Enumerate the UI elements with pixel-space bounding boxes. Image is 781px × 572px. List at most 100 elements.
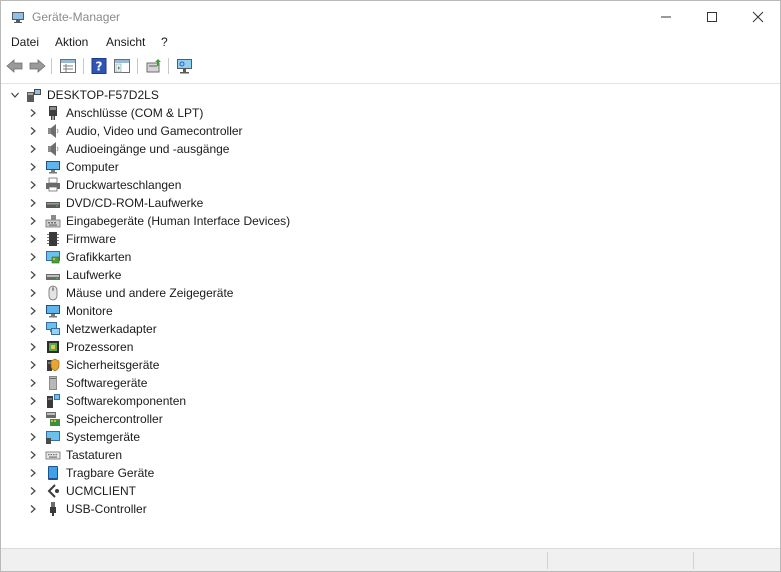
- tree-item-label: USB-Controller: [66, 502, 147, 516]
- tree-item-port[interactable]: Anschlüsse (COM & LPT): [1, 104, 780, 122]
- chevron-right-icon[interactable]: [27, 413, 39, 425]
- hid-icon: [45, 213, 61, 229]
- console-tree-button[interactable]: [112, 57, 132, 75]
- disk-drive-icon: [45, 267, 61, 283]
- scan-hardware-button[interactable]: [175, 57, 195, 75]
- chevron-right-icon[interactable]: [27, 359, 39, 371]
- chevron-right-icon[interactable]: [27, 503, 39, 515]
- maximize-icon: [707, 12, 717, 22]
- tree-item-display-adapter[interactable]: Grafikkarten: [1, 248, 780, 266]
- window-title: Geräte-Manager: [32, 10, 121, 24]
- back-button[interactable]: [5, 57, 25, 75]
- chevron-right-icon[interactable]: [27, 341, 39, 353]
- tree-item-label: Tastaturen: [66, 448, 123, 462]
- scan-hardware-icon: [177, 59, 192, 74]
- storage-controller-icon: [45, 411, 61, 427]
- tree-item-label: Netzwerkadapter: [66, 322, 157, 336]
- chevron-right-icon[interactable]: [27, 107, 39, 119]
- chevron-right-icon[interactable]: [27, 485, 39, 497]
- tree-item-processor[interactable]: Prozessoren: [1, 338, 780, 356]
- tree-item-label: Firmware: [66, 232, 116, 246]
- chevron-down-icon[interactable]: [9, 89, 21, 101]
- tree-item-security-device[interactable]: Sicherheitsgeräte: [1, 356, 780, 374]
- chevron-right-icon[interactable]: [27, 449, 39, 461]
- status-bar: [1, 548, 780, 571]
- minimize-button[interactable]: [643, 1, 689, 33]
- tree-item-disk-drive[interactable]: Laufwerke: [1, 266, 780, 284]
- tree-item-keyboard[interactable]: Tastaturen: [1, 446, 780, 464]
- processor-icon: [45, 339, 61, 355]
- tree-item-speaker[interactable]: Audio, Video und Gamecontroller: [1, 122, 780, 140]
- chevron-right-icon[interactable]: [27, 197, 39, 209]
- tree-item-ucm-client[interactable]: UCMCLIENT: [1, 482, 780, 500]
- menu-aktion[interactable]: Aktion: [55, 35, 88, 49]
- console-tree-icon: [114, 59, 130, 73]
- update-driver-button[interactable]: [144, 57, 164, 75]
- tree-item-printer[interactable]: Druckwarteschlangen: [1, 176, 780, 194]
- network-adapter-icon: [45, 321, 61, 337]
- chevron-right-icon[interactable]: [27, 161, 39, 173]
- system-device-icon: [45, 429, 61, 445]
- tree-item-monitor[interactable]: Monitore: [1, 302, 780, 320]
- chevron-right-icon[interactable]: [27, 233, 39, 245]
- device-tree[interactable]: DESKTOP-F57D2LS Anschlüsse (COM & LPT) Au…: [1, 83, 780, 546]
- tree-item-dvd-drive[interactable]: DVD/CD-ROM-Laufwerke: [1, 194, 780, 212]
- chevron-right-icon[interactable]: [27, 377, 39, 389]
- forward-button[interactable]: [27, 57, 47, 75]
- tree-item-hid[interactable]: Eingabegeräte (Human Interface Devices): [1, 212, 780, 230]
- toolbar: ?: [1, 54, 780, 78]
- tree-item-software-component[interactable]: Softwarekomponenten: [1, 392, 780, 410]
- firmware-icon: [45, 231, 61, 247]
- tree-item-label: Eingabegeräte (Human Interface Devices): [66, 214, 291, 228]
- tree-item-monitor[interactable]: Computer: [1, 158, 780, 176]
- tree-item-system-device[interactable]: Systemgeräte: [1, 428, 780, 446]
- tree-item-label: Monitore: [66, 304, 113, 318]
- svg-text:?: ?: [96, 60, 103, 74]
- chevron-right-icon[interactable]: [27, 125, 39, 137]
- tree-root[interactable]: DESKTOP-F57D2LS: [1, 86, 780, 104]
- tree-item-label: Speichercontroller: [66, 412, 163, 426]
- tree-item-network-adapter[interactable]: Netzwerkadapter: [1, 320, 780, 338]
- tree-item-label: Mäuse und andere Zeigegeräte: [66, 286, 234, 300]
- chevron-right-icon[interactable]: [27, 269, 39, 281]
- menu-ansicht[interactable]: Ansicht: [106, 35, 145, 49]
- chevron-right-icon[interactable]: [27, 467, 39, 479]
- chevron-right-icon[interactable]: [27, 431, 39, 443]
- chevron-right-icon[interactable]: [27, 179, 39, 191]
- tree-item-label: Computer: [66, 160, 119, 174]
- tree-item-firmware[interactable]: Firmware: [1, 230, 780, 248]
- menu-datei[interactable]: Datei: [11, 35, 39, 49]
- chevron-right-icon[interactable]: [27, 287, 39, 299]
- tree-item-label: Druckwarteschlangen: [66, 178, 182, 192]
- tree-item-label: Sicherheitsgeräte: [66, 358, 160, 372]
- chevron-right-icon[interactable]: [27, 305, 39, 317]
- ucm-client-icon: [45, 483, 61, 499]
- tree-item-label: Systemgeräte: [66, 430, 141, 444]
- tree-item-label: Prozessoren: [66, 340, 134, 354]
- chevron-right-icon[interactable]: [27, 251, 39, 263]
- close-button[interactable]: [735, 1, 780, 33]
- tree-item-mouse[interactable]: Mäuse und andere Zeigegeräte: [1, 284, 780, 302]
- tree-item-speaker[interactable]: Audioeingänge und -ausgänge: [1, 140, 780, 158]
- chevron-right-icon[interactable]: [27, 143, 39, 155]
- chevron-right-icon[interactable]: [27, 323, 39, 335]
- software-device-icon: [45, 375, 61, 391]
- chevron-right-icon[interactable]: [27, 215, 39, 227]
- monitor-icon: [45, 159, 61, 175]
- tree-item-label: UCMCLIENT: [66, 484, 137, 498]
- tree-item-storage-controller[interactable]: Speichercontroller: [1, 410, 780, 428]
- tree-item-software-device[interactable]: Softwaregeräte: [1, 374, 780, 392]
- keyboard-icon: [45, 447, 61, 463]
- tree-item-usb[interactable]: USB-Controller: [1, 500, 780, 518]
- help-icon: ?: [91, 58, 107, 74]
- menu-help[interactable]: ?: [161, 35, 168, 49]
- chevron-right-icon[interactable]: [27, 395, 39, 407]
- status-pane: [693, 552, 780, 569]
- properties-view-button[interactable]: [58, 57, 78, 75]
- help-button[interactable]: ?: [89, 57, 109, 75]
- tree-item-portable-device[interactable]: Tragbare Geräte: [1, 464, 780, 482]
- close-icon: [752, 11, 764, 23]
- tree-item-label: Laufwerke: [66, 268, 122, 282]
- maximize-button[interactable]: [689, 1, 735, 33]
- title-bar[interactable]: Geräte-Manager: [1, 1, 780, 33]
